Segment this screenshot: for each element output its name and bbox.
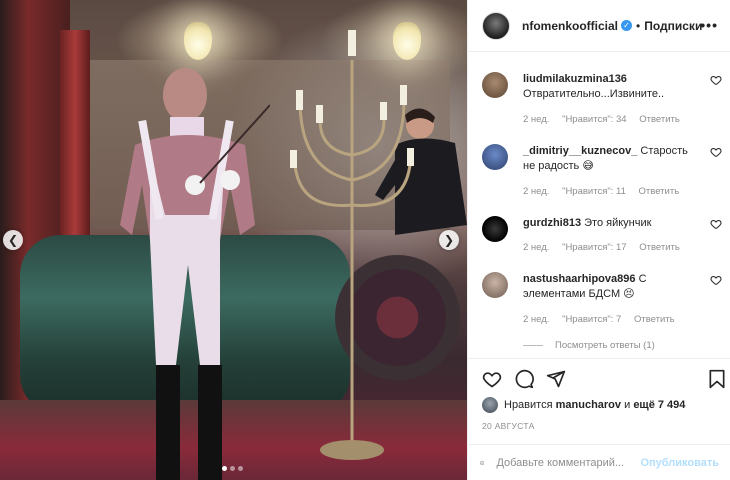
likes-prefix: Нравится — [504, 399, 553, 411]
comment-likes[interactable]: "Нравится": 11 — [562, 186, 626, 197]
comment-bubble-icon[interactable] — [514, 369, 534, 389]
comment-item: gurdzhi813 Это яйкунчик 2 нед. "Нравится… — [482, 216, 722, 261]
comment-username[interactable]: nastushaarhipova896 — [523, 273, 636, 285]
comment-text: gurdzhi813 Это яйкунчик — [523, 216, 703, 231]
likes-summary: Нравится manucharov и ещё 7 494 — [482, 397, 685, 413]
comment-username[interactable]: liudmilakuzmina136 — [523, 73, 627, 85]
carousel-dot — [230, 466, 235, 471]
comment-likes[interactable]: "Нравится": 17 — [562, 242, 627, 253]
view-replies-button[interactable]: Посмотреть ответы (1) — [523, 340, 655, 351]
action-bar — [468, 359, 730, 399]
reply-button[interactable]: Ответить — [639, 186, 680, 197]
reply-button[interactable]: Ответить — [639, 242, 680, 253]
comment-meta: 2 нед. "Нравится": 11 Ответить — [523, 186, 689, 197]
candelabra — [290, 30, 414, 460]
author-username[interactable]: nfomenkoofficial — [522, 19, 618, 33]
carousel-dot — [238, 466, 243, 471]
more-options-icon[interactable]: ••• — [700, 17, 718, 33]
view-replies-label: Посмотреть ответы (1) — [555, 340, 655, 351]
comment-username[interactable]: gurdzhi813 — [523, 217, 581, 229]
header-separator: • — [636, 18, 641, 33]
heart-icon[interactable] — [710, 146, 722, 158]
comment-item: liudmilakuzmina136 Отвратительно...Извин… — [482, 72, 722, 132]
comment-avatar[interactable] — [482, 216, 508, 242]
comment-username[interactable]: _dimitriy__kuznecov_ — [523, 145, 637, 157]
likes-count[interactable]: ещё 7 494 — [633, 399, 685, 411]
comment-avatar[interactable] — [482, 144, 508, 170]
light-bulb — [184, 22, 212, 60]
heart-icon[interactable] — [710, 218, 722, 230]
comment-text: nastushaarhipova896 С элементами БДСМ 😣 — [523, 272, 703, 302]
comment-avatar[interactable] — [482, 272, 508, 298]
comment-meta: 2 нед. "Нравится": 7 Ответить — [523, 314, 685, 325]
comment-time: 2 нед. — [523, 242, 550, 253]
comments-list[interactable]: liudmilakuzmina136 Отвратительно...Извин… — [468, 52, 730, 357]
next-photo-button[interactable]: ❯ — [439, 230, 459, 250]
previous-photo-button[interactable]: ❮ — [3, 230, 23, 250]
author-avatar[interactable] — [482, 11, 510, 40]
liker-username[interactable]: manucharov — [556, 399, 621, 411]
reply-button[interactable]: Ответить — [634, 314, 675, 325]
comment-time: 2 нед. — [523, 314, 550, 325]
comment-text: _dimitriy__kuznecov_ Старость не радость… — [523, 144, 703, 174]
comment-likes[interactable]: "Нравится": 7 — [562, 314, 621, 325]
comment-meta: 2 нед. "Нравится": 34 Ответить — [523, 114, 690, 125]
person-figure — [120, 68, 270, 480]
post-header: nfomenkoofficial ✓ • Подписки ••• — [468, 0, 730, 52]
carousel-indicator — [222, 466, 243, 471]
comment-input[interactable] — [496, 456, 637, 469]
comment-body: Отвратительно...Извините.. — [523, 88, 665, 100]
replies-line — [523, 345, 543, 346]
like-heart-icon[interactable] — [482, 369, 502, 389]
verified-icon: ✓ — [621, 20, 633, 31]
follow-button[interactable]: Подписки — [644, 19, 702, 33]
comment-item: nastushaarhipova896 С элементами БДСМ 😣 … — [482, 272, 722, 332]
heart-icon[interactable] — [710, 274, 722, 286]
liker-avatar[interactable] — [482, 397, 498, 413]
post-side-panel: nfomenkoofficial ✓ • Подписки ••• liudmi… — [467, 0, 730, 480]
comment-likes[interactable]: "Нравится": 34 — [562, 114, 627, 125]
post-photo[interactable]: ❮ ❯ — [0, 0, 467, 480]
comment-avatar[interactable] — [482, 72, 508, 98]
emoji-icon[interactable] — [480, 453, 485, 473]
comment-time: 2 нед. — [523, 186, 550, 197]
post-date[interactable]: 20 АВГУСТА — [482, 421, 535, 431]
carousel-dot — [222, 466, 227, 471]
comment-text: liudmilakuzmina136 Отвратительно...Извин… — [523, 72, 703, 102]
comment-item: _dimitriy__kuznecov_ Старость не радость… — [482, 144, 722, 204]
comment-meta: 2 нед. "Нравится": 17 Ответить — [523, 242, 690, 253]
likes-middle: и — [624, 399, 631, 411]
reply-button[interactable]: Ответить — [639, 114, 680, 125]
heart-icon[interactable] — [710, 74, 722, 86]
comment-body: Это яйкунчик — [584, 217, 652, 229]
share-send-icon[interactable] — [546, 369, 566, 389]
bookmark-icon[interactable] — [708, 369, 726, 389]
comment-composer: Опубликовать — [468, 444, 730, 480]
comment-time: 2 нед. — [523, 114, 550, 125]
publish-button[interactable]: Опубликовать — [640, 457, 719, 469]
post-actions — [468, 358, 730, 399]
